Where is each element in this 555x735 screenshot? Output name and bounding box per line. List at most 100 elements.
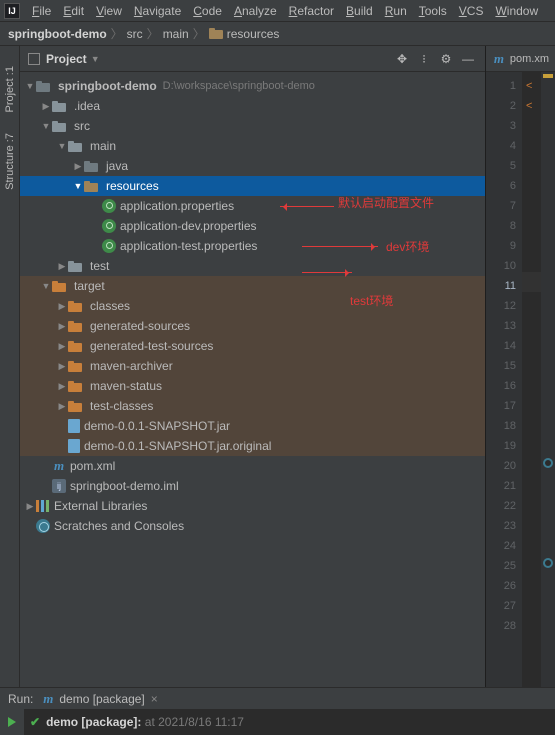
tree-node-test[interactable]: ▶ test (20, 256, 485, 276)
maven-icon: m (52, 459, 66, 473)
menu-view[interactable]: View (90, 2, 128, 20)
menu-navigate[interactable]: Navigate (128, 2, 187, 20)
chevron-down-icon: ▼ (56, 141, 68, 151)
run-button[interactable] (8, 717, 16, 727)
line-number[interactable]: 2 (486, 96, 516, 116)
line-number[interactable]: 28 (486, 616, 516, 636)
line-number[interactable]: 27 (486, 596, 516, 616)
line-number[interactable]: 21 (486, 476, 516, 496)
breadcrumb-segment[interactable]: src (127, 27, 143, 41)
properties-file-icon (102, 199, 116, 213)
project-panel-title[interactable]: Project (46, 52, 87, 66)
menu-file[interactable]: File (26, 2, 57, 20)
tree-node-generated-sources[interactable]: ▶generated-sources (20, 316, 485, 336)
tree-node-jar-original[interactable]: demo-0.0.1-SNAPSHOT.jar.original (20, 436, 485, 456)
tool-button-structure[interactable]: Structure :7 (2, 123, 18, 200)
editor-gutter[interactable]: 1234567891011121314151617181920212223242… (486, 72, 522, 687)
folder-icon (68, 261, 82, 272)
excluded-folder-icon (52, 281, 66, 292)
tree-node-maven-archiver[interactable]: ▶maven-archiver (20, 356, 485, 376)
close-icon[interactable]: × (151, 692, 158, 706)
menu-build[interactable]: Build (340, 2, 379, 20)
run-status-text: demo [package]: at 2021/8/16 11:17 (46, 715, 244, 729)
tree-node-idea[interactable]: ▶ .idea (20, 96, 485, 116)
tree-node-jar[interactable]: demo-0.0.1-SNAPSHOT.jar (20, 416, 485, 436)
archive-icon (68, 419, 80, 433)
line-number[interactable]: 18 (486, 416, 516, 436)
tree-node-iml[interactable]: ij springboot-demo.iml (20, 476, 485, 496)
line-number[interactable]: 20 (486, 456, 516, 476)
project-panel-header: Project ▼ ✥ ⁝ ⚙ — (20, 46, 485, 72)
line-number[interactable]: 13 (486, 316, 516, 336)
line-number[interactable]: 22 (486, 496, 516, 516)
line-number[interactable]: 10 (486, 256, 516, 276)
menu-refactor[interactable]: Refactor (283, 2, 340, 20)
line-number[interactable]: 16 (486, 376, 516, 396)
tree-node-scratches[interactable]: Scratches and Consoles (20, 516, 485, 536)
gear-icon[interactable]: ⚙ (437, 50, 455, 68)
line-number[interactable]: 8 (486, 216, 516, 236)
app-icon: IJ (4, 3, 20, 19)
line-number[interactable]: 15 (486, 356, 516, 376)
gutter-marker-icon[interactable] (543, 558, 553, 568)
line-number[interactable]: 6 (486, 176, 516, 196)
tree-node-project-root[interactable]: ▼ springboot-demo D:\workspace\springboo… (20, 76, 485, 96)
tree-node-classes[interactable]: ▶classes (20, 296, 485, 316)
tree-node-test-classes[interactable]: ▶test-classes (20, 396, 485, 416)
line-number[interactable]: 11 (486, 276, 516, 296)
line-number[interactable]: 4 (486, 136, 516, 156)
tree-node-app-dev-properties[interactable]: application-dev.properties (20, 216, 485, 236)
chevron-down-icon: ▼ (40, 281, 52, 291)
line-number[interactable]: 12 (486, 296, 516, 316)
chevron-right-icon: ▶ (56, 381, 68, 392)
tree-node-app-test-properties[interactable]: application-test.properties (20, 236, 485, 256)
select-opened-file-icon[interactable]: ✥ (393, 50, 411, 68)
line-number[interactable]: 1 (486, 76, 516, 96)
breadcrumb-segment[interactable]: main (163, 27, 189, 41)
tree-node-main[interactable]: ▼ main (20, 136, 485, 156)
line-number[interactable]: 17 (486, 396, 516, 416)
line-number[interactable]: 7 (486, 196, 516, 216)
line-number[interactable]: 24 (486, 536, 516, 556)
tree-node-generated-test-sources[interactable]: ▶generated-test-sources (20, 336, 485, 356)
tree-node-java[interactable]: ▶ java (20, 156, 485, 176)
run-tab[interactable]: m demo [package] × (41, 692, 157, 706)
tree-node-pom[interactable]: m pom.xml (20, 456, 485, 476)
line-number[interactable]: 5 (486, 156, 516, 176)
tool-button-project[interactable]: Project :1 (2, 56, 18, 123)
line-number[interactable]: 3 (486, 116, 516, 136)
line-number[interactable]: 9 (486, 236, 516, 256)
tree-node-resources[interactable]: ▼ resources (20, 176, 485, 196)
editor-marker-bar[interactable] (541, 72, 555, 687)
expand-all-icon[interactable]: ⁝ (415, 50, 433, 68)
tree-node-maven-status[interactable]: ▶maven-status (20, 376, 485, 396)
menu-tools[interactable]: Tools (413, 2, 453, 20)
editor-tab-pom[interactable]: m pom.xm (486, 46, 555, 72)
menu-vcs[interactable]: VCS (453, 2, 490, 20)
tree-node-app-properties[interactable]: application.properties (20, 196, 485, 216)
breadcrumb-current[interactable]: resources (209, 27, 280, 41)
gutter-marker-icon[interactable] (543, 458, 553, 468)
line-number[interactable]: 19 (486, 436, 516, 456)
menu-analyze[interactable]: Analyze (228, 2, 283, 20)
tree-node-external-libraries[interactable]: ▶ External Libraries (20, 496, 485, 516)
properties-file-icon (102, 219, 116, 233)
editor-code[interactable]: < < (522, 72, 541, 687)
project-tree[interactable]: ▼ springboot-demo D:\workspace\springboo… (20, 72, 485, 687)
hide-icon[interactable]: — (459, 50, 477, 68)
module-icon (36, 81, 50, 92)
menu-run[interactable]: Run (379, 2, 413, 20)
chevron-down-icon[interactable]: ▼ (91, 54, 100, 64)
menu-edit[interactable]: Edit (57, 2, 90, 20)
menu-code[interactable]: Code (187, 2, 228, 20)
line-number[interactable]: 25 (486, 556, 516, 576)
chevron-right-icon: ▶ (40, 101, 52, 112)
menu-window[interactable]: Window (489, 2, 544, 20)
line-number[interactable]: 26 (486, 576, 516, 596)
line-number[interactable]: 14 (486, 336, 516, 356)
line-number[interactable]: 23 (486, 516, 516, 536)
tree-node-target[interactable]: ▼ target (20, 276, 485, 296)
breadcrumb-root[interactable]: springboot-demo (8, 27, 107, 41)
tree-node-src[interactable]: ▼ src (20, 116, 485, 136)
archive-icon (68, 439, 80, 453)
